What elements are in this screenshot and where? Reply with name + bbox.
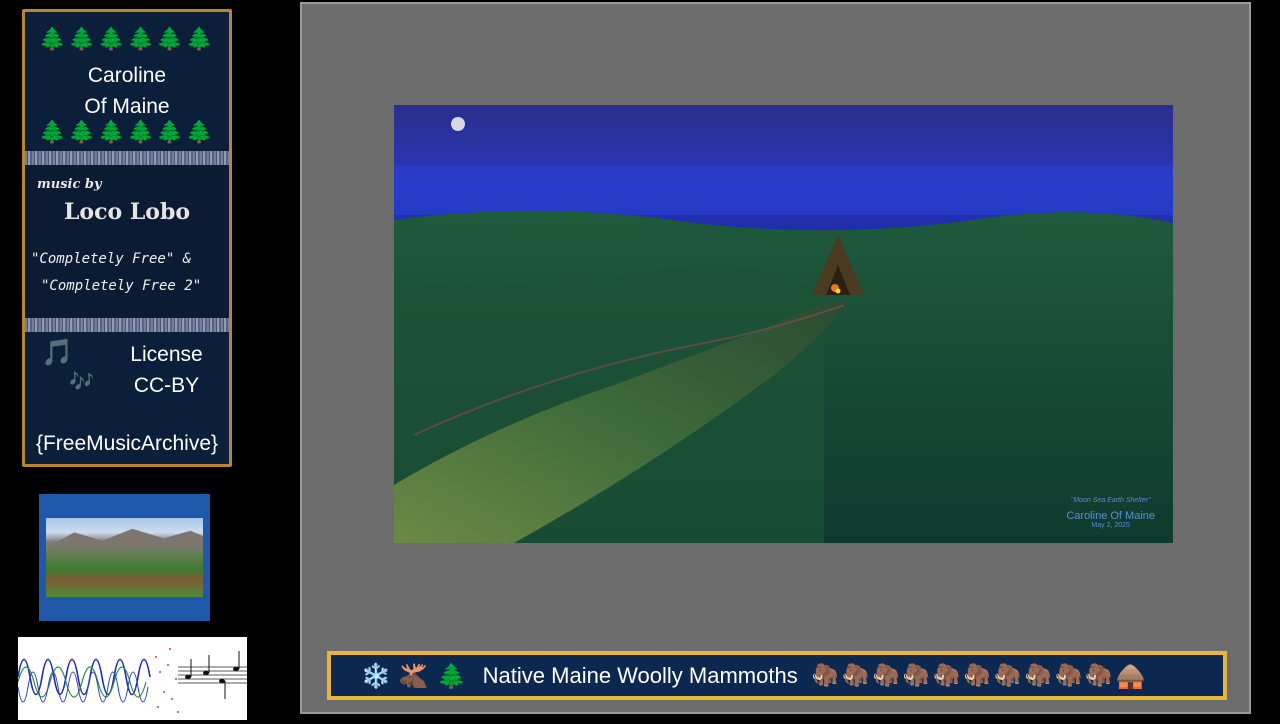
source-label: {FreeMusicArchive} bbox=[35, 432, 219, 455]
license-type: CC-BY bbox=[133, 374, 200, 397]
credits-panel: music by Loco Lobo "Completely Free" & "… bbox=[25, 165, 229, 318]
album-line-1: "Completely Free" & bbox=[31, 251, 192, 267]
signature-date: May 2, 2025 bbox=[1091, 522, 1130, 529]
noise-divider-bottom bbox=[25, 318, 229, 332]
album-line-2: "Completely Free 2" bbox=[41, 278, 202, 294]
mammoth-icon: 🦣 bbox=[902, 663, 931, 688]
artist-name: Loco Lobo bbox=[63, 199, 191, 225]
mammoth-icon: 🦣 bbox=[994, 663, 1022, 688]
thumbnail-image bbox=[46, 518, 203, 597]
mammoth-icon: 🦣 bbox=[1085, 663, 1113, 688]
mammoth-icon: 🦣 bbox=[872, 663, 900, 688]
mammoth-icon: 🦣 bbox=[963, 663, 992, 688]
snowflake-icon: ❄️ bbox=[361, 661, 391, 690]
music-by-label: music by bbox=[37, 177, 102, 192]
card-title: Caroline Of Maine bbox=[25, 60, 229, 122]
title-line-1: Caroline bbox=[87, 64, 167, 87]
noise-divider-top bbox=[25, 151, 229, 165]
music-note-icon: 🎵 bbox=[41, 338, 74, 368]
mammoth-row: 🦣 🦣 🦣 🦣 🦣 🦣 🦣 🦣 🦣 🦣 bbox=[812, 663, 1116, 688]
tree-row-top: 🌲🌲🌲🌲🌲🌲 bbox=[38, 27, 216, 52]
banner-title: Native Maine Woolly Mammoths bbox=[482, 662, 798, 688]
hut-icon: 🛖 bbox=[1115, 661, 1146, 690]
license-label: License bbox=[130, 343, 203, 366]
mammoth-icon: 🦣 bbox=[842, 663, 870, 688]
title-banner-inner: ❄️ 🫎 🌲 Native Maine Woolly Mammoths 🦣 🦣 🦣 🦣… bbox=[331, 655, 1223, 696]
mammoth-icon: 🦣 bbox=[1054, 663, 1083, 688]
landscape-thumbnail bbox=[39, 494, 210, 621]
title-line-2: Of Maine bbox=[84, 95, 170, 118]
info-card: 🌲🌲🌲🌲🌲🌲 Caroline Of Maine 🌲🌲🌲🌲🌲🌲 music by… bbox=[22, 9, 232, 467]
moose-icon: 🫎 bbox=[398, 661, 429, 690]
mammoth-icon: 🦣 bbox=[811, 663, 840, 688]
main-display: "Moon Sea Earth Shelter" Caroline Of Mai… bbox=[300, 2, 1251, 714]
title-banner: ❄️ 🫎 🌲 Native Maine Woolly Mammoths 🦣 🦣 🦣 🦣… bbox=[327, 651, 1227, 700]
signature-name: Caroline Of Maine bbox=[1066, 510, 1155, 522]
music-notes-icon: 🎶 bbox=[69, 369, 94, 393]
tree-row-bottom: 🌲🌲🌲🌲🌲🌲 bbox=[38, 120, 216, 145]
painting-image: "Moon Sea Earth Shelter" Caroline Of Mai… bbox=[394, 105, 1173, 543]
license-info: License CC-BY bbox=[109, 339, 224, 401]
tree-icon: 🌲 bbox=[436, 661, 467, 690]
painting-signature: "Moon Sea Earth Shelter" Caroline Of Mai… bbox=[1066, 497, 1155, 529]
mountain-ridge bbox=[46, 528, 203, 548]
signature-title: "Moon Sea Earth Shelter" bbox=[1070, 497, 1151, 504]
mammoth-icon: 🦣 bbox=[933, 663, 961, 688]
waveform-graphic bbox=[17, 637, 247, 720]
mammoth-icon: 🦣 bbox=[1024, 663, 1052, 688]
